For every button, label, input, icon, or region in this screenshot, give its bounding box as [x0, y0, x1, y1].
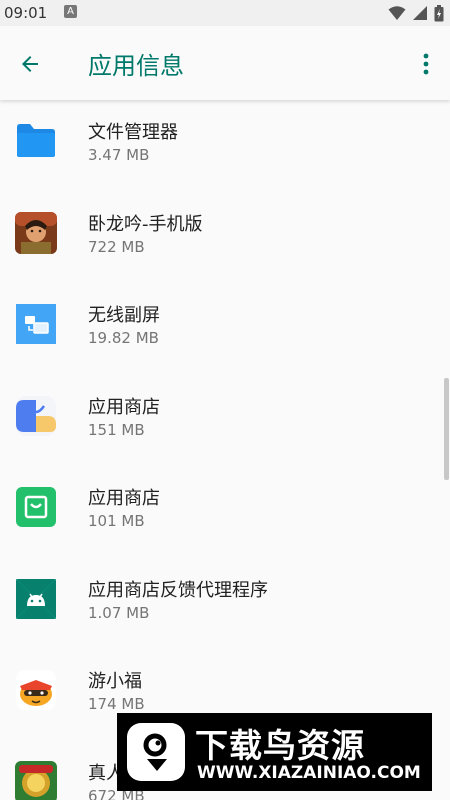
store-bag-icon — [16, 487, 56, 527]
more-options-button[interactable] — [414, 48, 438, 80]
app-size: 3.47 MB — [88, 146, 150, 164]
game-warrior-icon — [15, 211, 57, 254]
watermark-title: 下载鸟资源 — [195, 726, 365, 765]
mascot-icon — [16, 670, 56, 710]
watermark-url: WWW.XIAZAINIAO.COM — [197, 763, 421, 783]
status-time: 09:01 — [4, 4, 48, 22]
list-item-wolong[interactable]: 卧龙吟-手机版 722 MB — [0, 192, 450, 284]
app-size: 19.82 MB — [88, 329, 159, 347]
shopping-bag-icon — [16, 395, 56, 436]
app-name: 无线副屏 — [88, 305, 160, 326]
app-size: 1.07 MB — [88, 603, 150, 622]
more-vert-icon — [423, 53, 429, 75]
app-name: 游小福 — [88, 671, 142, 692]
bird-logo-icon — [127, 723, 185, 781]
back-button[interactable] — [14, 48, 46, 80]
app-name: 文件管理器 — [88, 122, 178, 143]
arrow-back-icon — [22, 56, 38, 72]
status-icons — [388, 4, 444, 22]
android-icon — [16, 578, 56, 619]
app-size: 722 MB — [88, 237, 145, 256]
folder-icon — [17, 124, 55, 157]
app-size: 101 MB — [88, 512, 145, 530]
game-gold-icon — [15, 760, 57, 800]
app-name: 应用商店反馈代理程序 — [88, 579, 268, 601]
wifi-icon — [388, 6, 406, 20]
list-item-wireless-screen[interactable]: 无线副屏 19.82 MB — [0, 283, 450, 375]
signal-icon — [413, 6, 427, 20]
list-item-app-store-1[interactable]: 应用商店 151 MB — [0, 375, 450, 467]
page-title: 应用信息 — [88, 52, 184, 80]
app-name: 应用商店 — [88, 488, 160, 509]
app-name: 卧龙吟-手机版 — [88, 213, 203, 235]
app-name: 应用商店 — [88, 396, 160, 418]
battery-icon — [434, 4, 444, 21]
list-item-feedback-agent[interactable]: 应用商店反馈代理程序 1.07 MB — [0, 558, 450, 650]
app-list: 文件管理器 3.47 MB 卧龙吟-手机版 722 MB 无线副屏 19.82 … — [0, 100, 450, 800]
list-item-app-store-2[interactable]: 应用商店 101 MB — [0, 466, 450, 558]
app-size: 174 MB — [88, 695, 145, 713]
screen-mirror-icon — [16, 304, 56, 344]
list-item-file-manager[interactable]: 文件管理器 3.47 MB — [0, 100, 450, 192]
notification-icon: A — [64, 5, 77, 18]
app-size: 151 MB — [88, 420, 145, 439]
status-bar: 09:01 A — [0, 0, 450, 26]
scrollbar[interactable] — [444, 378, 449, 480]
watermark-banner: 下载鸟资源 WWW.XIAZAINIAO.COM — [117, 713, 432, 791]
app-bar: 应用信息 — [0, 26, 450, 100]
